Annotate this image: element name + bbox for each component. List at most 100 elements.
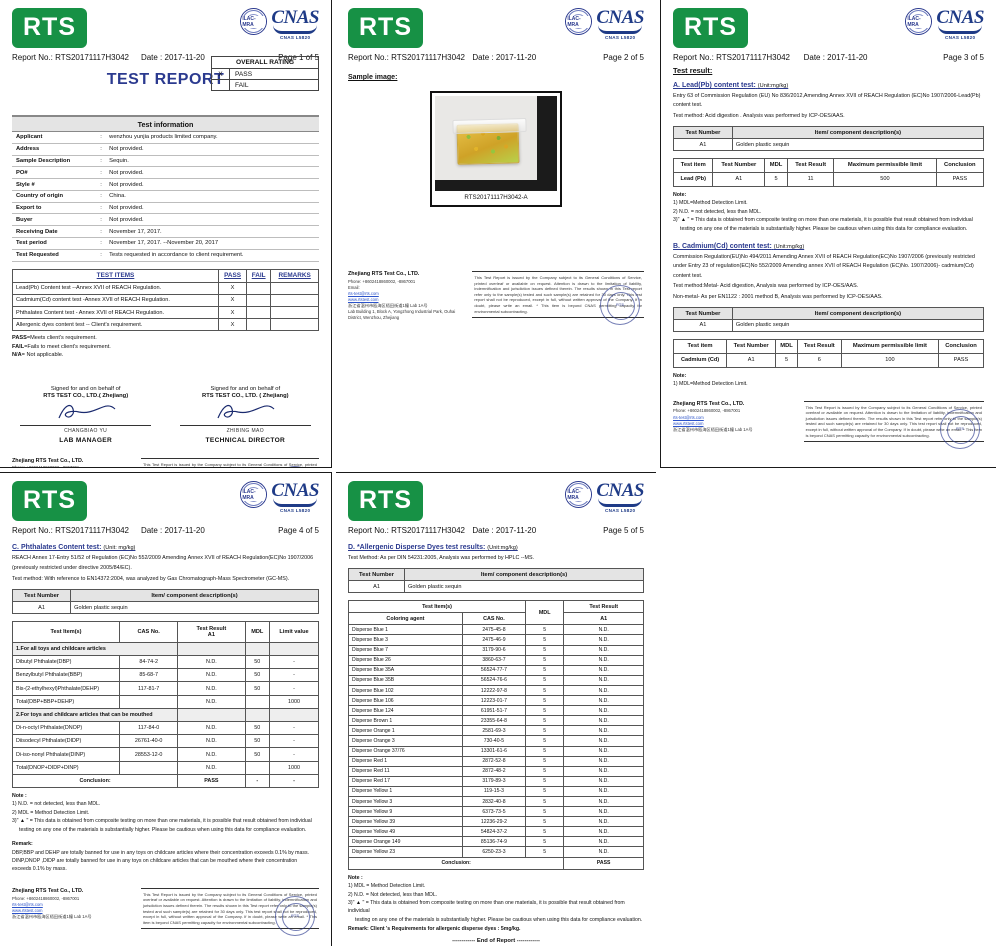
table-row: Total(DNOP+DIDP+DINP) N.D. 1000	[11, 760, 319, 775]
table-row: Disperse Yellow 3 2832-40-8 5 N.D.	[348, 795, 644, 808]
test-number: A1	[347, 580, 406, 594]
header-row: Coloring agent CAS No. A1	[348, 612, 644, 626]
dye-result: N.D.	[563, 705, 644, 717]
rts-logo: RTS	[673, 8, 748, 48]
group-pad	[244, 641, 271, 657]
section-a-result-table: Test item Test Number MDL Test Result Maximu…	[672, 157, 985, 187]
rating-row-fail: FAIL	[212, 80, 318, 90]
dye-result: N.D.	[563, 785, 644, 797]
table-row: A1 Golden plastic sequin	[347, 580, 644, 594]
rating-fail-mark	[212, 80, 230, 90]
accreditation-logos: ILAC-MRA CNAS CNAS L5820	[565, 481, 644, 513]
note-line: 1) MDL=Method Detection Limit.	[673, 381, 748, 388]
phthalate-result: N.D.	[177, 747, 246, 762]
column-header: MDL	[524, 600, 565, 626]
dye-cas: 2872-48-2	[461, 765, 526, 777]
dye-cas: 61951-51-7	[461, 705, 526, 717]
section-a-paragraphs: Entry 63 of Commission Regulation (EU) N…	[673, 92, 984, 121]
info-key: Receiving Date	[12, 225, 95, 239]
company-stamp-icon: RTS	[940, 409, 980, 450]
info-separator: :	[94, 213, 108, 227]
dye-agent: Disperse Blue 3	[348, 634, 463, 646]
result-limit: 100	[840, 352, 940, 368]
column-header: FAIL	[246, 268, 272, 283]
table-row: Lead (Pb) A1 5 11 500 PASS	[672, 171, 985, 187]
note-line: 1) N.D. = not detected, less than MDL.	[12, 801, 101, 808]
column-header: Test Number	[673, 307, 733, 321]
note-line: 2) N.D. = not detected, less than MDL.	[673, 208, 762, 215]
section-b-result-table: Test item Test Number MDL Test Result Maximu…	[672, 338, 984, 368]
dye-agent: Disperse Blue 26	[348, 654, 463, 666]
stamp-text: RTS	[291, 913, 299, 919]
dye-result: N.D.	[563, 806, 644, 818]
column-header: Item/ component description(s)	[731, 126, 985, 140]
dye-result: N.D.	[563, 755, 644, 767]
dye-result: N.D.	[563, 765, 644, 777]
cnas-label: CNAS	[936, 7, 984, 28]
info-value: Not provided.	[107, 143, 319, 156]
horizontal-ruler-icon	[435, 180, 537, 191]
dye-agent: Disperse Red 11	[348, 765, 463, 777]
dye-cas: 3860-63-7	[461, 654, 526, 666]
table-row: Disperse Blue 26 3860-63-7 5 N.D.	[348, 654, 644, 666]
note-line: testing on any one of the materials is s…	[355, 916, 643, 923]
phthalate-limit: 1000	[269, 760, 319, 775]
dye-result: N.D.	[563, 695, 644, 707]
dye-cas: 12222-97-8	[461, 684, 526, 697]
company-address: Zhejiang RTS Test Co., LTD. Phone: +8602…	[12, 888, 129, 920]
group-pad	[244, 707, 271, 723]
conclusion-result: PASS	[563, 856, 644, 870]
dye-cas: 12236-29-2	[461, 816, 526, 828]
dye-agent: Disperse Blue 35A	[348, 664, 463, 676]
phthalate-result: N.D.	[177, 734, 246, 749]
note-line: 3)" ▲ " = This data is obtained from com…	[12, 818, 312, 825]
rating-pass-label: PASS	[235, 70, 253, 78]
phthalate-result: N.D.	[177, 721, 246, 736]
section-d-remark: Remark: Client 's Requirements for aller…	[348, 926, 521, 933]
group-pad	[269, 707, 319, 723]
vertical-ruler-icon	[537, 96, 557, 191]
result-mdl: 5	[775, 352, 798, 368]
table-row: Disperse Brown 1 23355-64-8 5 N.D.	[348, 715, 644, 727]
test-result-heading: Test result:	[673, 66, 713, 75]
section-a-note: Note: 1) MDL=Method Detection Limit. 2) N…	[673, 191, 984, 233]
accreditation-logos: ILAC-MRA CNAS CNAS L5820	[240, 8, 319, 40]
dye-mdl: 5	[524, 836, 565, 848]
dye-result: N.D.	[563, 826, 644, 838]
phthalate-limit: -	[269, 681, 319, 696]
dye-cas: 2581-69-3	[461, 725, 526, 737]
rating-legend: PASS=Meets client's requirement. FAIL=Fai…	[12, 334, 319, 359]
rts-logo: RTS	[348, 481, 423, 521]
paragraph: Test method:Metal- Acid digestion, Analy…	[673, 283, 859, 290]
ilac-mra-icon: ILAC-MRA	[240, 481, 268, 508]
dye-mdl: 5	[524, 795, 565, 808]
dye-mdl: 5	[524, 624, 565, 636]
report-number: Report No.: RTS20171117H3042	[673, 53, 790, 62]
page4-footer: Zhejiang RTS Test Co., LTD. Phone: +8602…	[12, 887, 319, 937]
paragraph: Test method: Acid digestion . Analysis w…	[673, 112, 845, 119]
dye-cas: 2872-52-8	[461, 755, 526, 767]
rts-logo: RTS	[12, 8, 87, 48]
test-item-name: Phthalates Content test - Annex XVII of …	[12, 305, 219, 320]
dye-mdl: 5	[524, 715, 565, 727]
company-name: Zhejiang RTS Test Co., LTD.	[12, 887, 84, 894]
accreditation-logos: ILAC-MRA CNAS CNAS L5820	[565, 8, 644, 40]
test-information-table: Applicant: wenzhou yunjia products limite…	[12, 132, 319, 262]
phthalate-cas: 117-84-0	[119, 721, 179, 736]
section-b-title: B. Cadmium(Cd) content test: (Unit:mg/kg…	[673, 243, 984, 250]
overall-rating-box: OVERALL RATING X PASS FAIL	[211, 56, 319, 91]
ilac-mra-label: ILAC-MRA	[241, 488, 267, 501]
accreditation-logos: ILAC-MRA CNAS CNAS L5820	[240, 481, 319, 513]
phthalate-limit: -	[269, 655, 319, 670]
company-name: Zhejiang RTS Test Co., LTD.	[673, 400, 745, 407]
table-row: Disperse Blue 106 12223-01-7 5 N.D.	[348, 695, 644, 707]
dye-agent: Disperse Blue 102	[348, 684, 463, 697]
ilac-mra-label: ILAC-MRA	[566, 15, 592, 28]
report-date: Date : 2017-11-20	[472, 526, 537, 535]
phthalate-name: Diisodecyl Phthalate(DIDP)	[11, 734, 121, 749]
info-key: Export to	[12, 202, 95, 215]
phthalate-mdl: 50	[244, 668, 271, 683]
note-line: 2) MDL = Method Detection Limit.	[12, 809, 90, 816]
page5-report-line: Report No.: RTS20171117H3042 Date : 2017…	[348, 526, 644, 535]
dye-result: N.D.	[563, 775, 644, 787]
